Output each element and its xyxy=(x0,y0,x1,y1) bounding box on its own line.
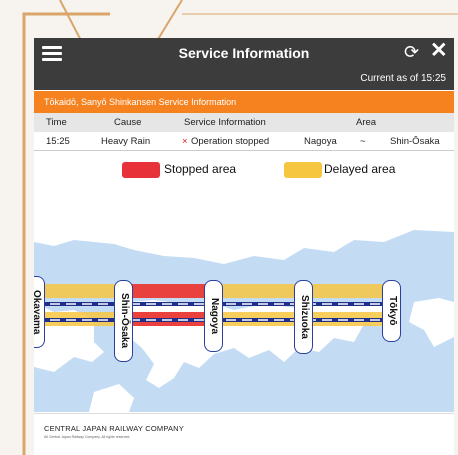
row-cause: Heavy Rain xyxy=(101,136,151,147)
station-okayama[interactable]: Okayama xyxy=(34,276,45,348)
stopped-band-upper xyxy=(126,284,216,298)
table-header: Time Cause Service Information Area xyxy=(34,113,454,132)
station-tokyo[interactable]: Tōkyō xyxy=(382,280,401,342)
legend-delayed-label: Delayed area xyxy=(324,162,396,176)
refresh-icon[interactable]: ⟳ xyxy=(404,42,419,62)
legend-stopped-label: Stopped area xyxy=(164,162,237,176)
row-info: Operation stopped xyxy=(191,136,270,147)
header-time: Time xyxy=(46,117,67,128)
station-shizuoka[interactable]: Shizuoka xyxy=(294,280,313,354)
copyright-text: All Central Japan Railway Company. All r… xyxy=(44,435,131,439)
legend-delayed-swatch xyxy=(284,162,322,178)
close-icon[interactable]: ✕ xyxy=(430,40,448,62)
company-name: CENTRAL JAPAN RAILWAY COMPANY xyxy=(44,424,184,433)
row-area-to: Shin-Ōsaka xyxy=(390,136,440,147)
row-area-separator: ~ xyxy=(360,136,366,147)
stopped-mark: × xyxy=(182,136,188,147)
header-area: Area xyxy=(356,117,377,128)
header-cause: Cause xyxy=(114,117,142,128)
route-map: Stopped area Delayed area Okayama Shin-Ō… xyxy=(34,152,454,412)
as-of-text: Current as of 15:25 xyxy=(360,73,446,84)
service-info-panel: Service Information ⟳ ✕ Current as of 15… xyxy=(34,38,454,455)
row-area-from: Nagoya xyxy=(304,136,337,147)
page-title: Service Information xyxy=(178,45,310,61)
service-table: Time Cause Service Information Area 15:2… xyxy=(34,113,454,151)
header-service-info: Service Information xyxy=(184,117,266,128)
line-banner: Tōkaidō, Sanyō Shinkansen Service Inform… xyxy=(34,91,454,113)
timestamp-bar: Current as of 15:25 xyxy=(34,68,454,90)
legend-stopped-swatch xyxy=(122,162,160,178)
row-time: 15:25 xyxy=(46,136,70,147)
station-shin-osaka[interactable]: Shin-Ōsaka xyxy=(114,280,133,362)
line-banner-text: Tōkaidō, Sanyō Shinkansen Service Inform… xyxy=(44,97,237,107)
station-nagoya[interactable]: Nagoya xyxy=(204,280,223,352)
row-divider xyxy=(34,150,454,151)
top-bar: Service Information ⟳ ✕ xyxy=(34,38,454,68)
footer: CENTRAL JAPAN RAILWAY COMPANY All Centra… xyxy=(34,413,454,455)
